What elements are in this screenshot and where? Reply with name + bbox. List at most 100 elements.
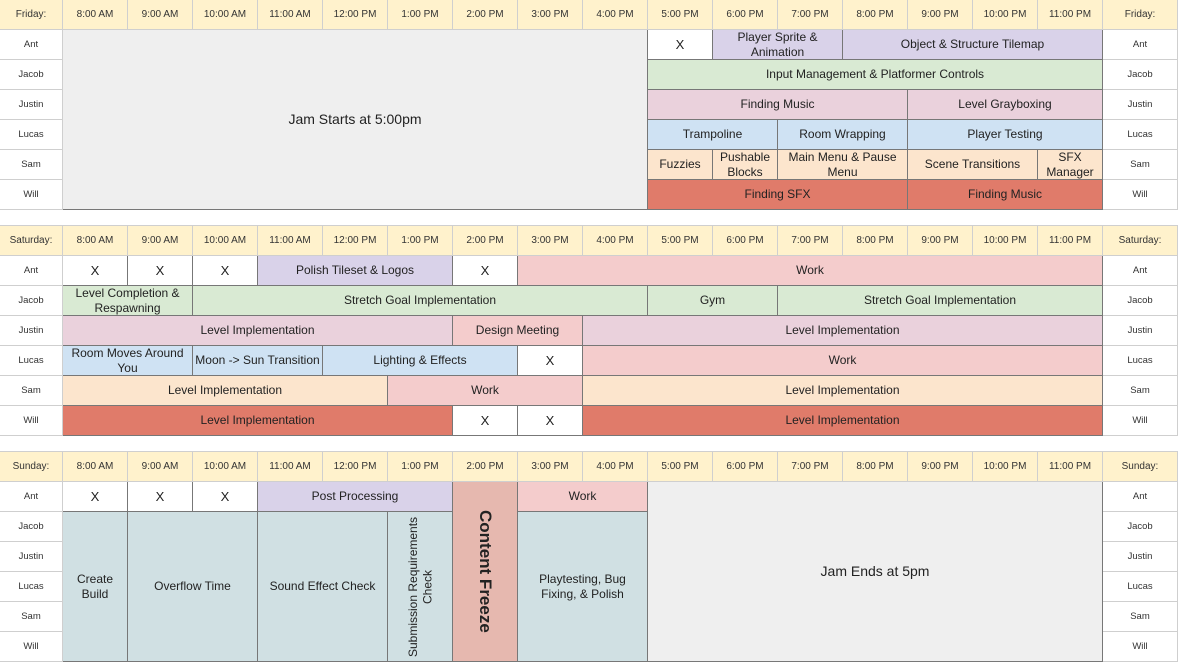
schedule-block[interactable]: Level Implementation — [583, 376, 1103, 406]
person-name-right-text: Lucas — [1127, 580, 1153, 592]
schedule-block[interactable]: Main Menu & Pause Menu — [778, 150, 908, 180]
person-name-right: Sam — [1103, 602, 1178, 632]
person-name-right: Lucas — [1103, 346, 1178, 376]
unavailable-cell[interactable]: X — [518, 406, 583, 436]
schedule-block[interactable]: Trampoline — [648, 120, 778, 150]
hour-header: 2:00 PM — [453, 0, 518, 30]
schedule-block[interactable]: Level Implementation — [583, 406, 1103, 436]
schedule-block[interactable]: Stretch Goal Implementation — [193, 286, 648, 316]
schedule-block[interactable]: Level Grayboxing — [908, 90, 1103, 120]
schedule-block[interactable]: Scene Transitions — [908, 150, 1038, 180]
hour-header: 8:00 AM — [63, 452, 128, 482]
schedule-block-text: Stretch Goal Implementation — [343, 293, 497, 308]
hour-header: 11:00 PM — [1038, 452, 1103, 482]
hour-header: 12:00 PM — [323, 226, 388, 256]
schedule-block[interactable]: Player Sprite & Animation — [713, 30, 843, 60]
jam-notice-block[interactable]: Jam Starts at 5:00pm — [63, 30, 648, 210]
schedule-block-text: Playtesting, Bug Fixing, & Polish — [539, 572, 626, 601]
person-name-right-text: Jacob — [1127, 294, 1153, 306]
schedule-block-text: Work — [568, 489, 597, 504]
person-name-text: Ant — [23, 264, 39, 276]
hour-header-text: 9:00 PM — [921, 8, 959, 20]
unavailable-cell[interactable]: X — [648, 30, 713, 60]
schedule-block[interactable]: Input Management & Platformer Controls — [648, 60, 1103, 90]
schedule-block[interactable]: Pushable Blocks — [713, 150, 778, 180]
schedule-block[interactable]: Sound Effect Check — [258, 512, 388, 662]
schedule-block[interactable]: Work — [583, 346, 1103, 376]
schedule-block[interactable]: Level Completion & Respawning — [63, 286, 193, 316]
schedule-block[interactable]: Room Moves Around You — [63, 346, 193, 376]
schedule-block[interactable]: Object & Structure Tilemap — [843, 30, 1103, 60]
hour-header-text: 7:00 PM — [791, 460, 829, 472]
schedule-block[interactable]: Submission Requirements Check — [388, 512, 453, 662]
unavailable-cell-text: X — [480, 412, 490, 428]
hour-header: 2:00 PM — [453, 226, 518, 256]
person-name-right-text: Lucas — [1127, 354, 1153, 366]
hour-header: 10:00 AM — [193, 0, 258, 30]
person-name-right: Will — [1103, 406, 1178, 436]
unavailable-cell[interactable]: X — [193, 482, 258, 512]
unavailable-cell[interactable]: X — [193, 256, 258, 286]
schedule-block[interactable]: Room Wrapping — [778, 120, 908, 150]
hour-header-text: 5:00 PM — [661, 460, 699, 472]
unavailable-cell[interactable]: X — [128, 256, 193, 286]
person-name-right: Ant — [1103, 482, 1178, 512]
unavailable-cell-text: X — [90, 488, 100, 504]
person-name-right: Justin — [1103, 542, 1178, 572]
schedule-block[interactable]: Work — [518, 256, 1103, 286]
unavailable-cell[interactable]: X — [453, 256, 518, 286]
schedule-block-text: Level Completion & Respawning — [75, 286, 180, 315]
person-name: Ant — [0, 30, 63, 60]
content-freeze-block[interactable]: Content Freeze — [453, 482, 518, 662]
schedule-block[interactable]: Finding Music — [908, 180, 1103, 210]
jam-notice-block[interactable]: Jam Ends at 5pm — [648, 482, 1103, 662]
schedule-block[interactable]: Player Testing — [908, 120, 1103, 150]
person-name-right-text: Ant — [1132, 264, 1148, 276]
unavailable-cell[interactable]: X — [63, 256, 128, 286]
schedule-grid: Friday: 8:00 AM 9:00 AM 10:00 AM 11:00 AM 12:… — [0, 0, 1178, 663]
schedule-block[interactable]: SFX Manager — [1038, 150, 1103, 180]
schedule-block-text: Work — [796, 263, 824, 278]
unavailable-cell[interactable]: X — [453, 406, 518, 436]
schedule-block[interactable]: Work — [388, 376, 583, 406]
unavailable-cell-text: X — [545, 412, 555, 428]
schedule-block[interactable]: Playtesting, Bug Fixing, & Polish — [518, 512, 648, 662]
schedule-block[interactable]: Design Meeting — [453, 316, 583, 346]
unavailable-cell[interactable]: X — [518, 346, 583, 376]
person-name: Sam — [0, 150, 63, 180]
unavailable-cell[interactable]: X — [128, 482, 193, 512]
schedule-block[interactable]: Fuzzies — [648, 150, 713, 180]
day-label-right-text: Sunday: — [1121, 460, 1159, 472]
person-name-right: Will — [1103, 632, 1178, 662]
hour-header-text: 6:00 PM — [726, 8, 764, 20]
schedule-block[interactable]: Overflow Time — [128, 512, 258, 662]
person-name-text: Ant — [23, 38, 39, 50]
person-name: Jacob — [0, 286, 63, 316]
schedule-block-text: Level Implementation — [167, 383, 283, 398]
schedule-block[interactable]: Moon -> Sun Transition — [193, 346, 323, 376]
hour-header-text: 5:00 PM — [661, 234, 699, 246]
schedule-block[interactable]: Gym — [648, 286, 778, 316]
hour-header: 8:00 PM — [843, 226, 908, 256]
schedule-block[interactable]: Create Build — [63, 512, 128, 662]
schedule-block[interactable]: Finding Music — [648, 90, 908, 120]
schedule-block[interactable]: Lighting & Effects — [323, 346, 518, 376]
hour-header-text: 12:00 PM — [333, 460, 377, 472]
schedule-block[interactable]: Polish Tileset & Logos — [258, 256, 453, 286]
schedule-block[interactable]: Level Implementation — [63, 406, 453, 436]
schedule-block[interactable]: Finding SFX — [648, 180, 908, 210]
schedule-block[interactable]: Stretch Goal Implementation — [778, 286, 1103, 316]
schedule-block-text: Level Grayboxing — [958, 97, 1052, 112]
schedule-block[interactable]: Work — [518, 482, 648, 512]
schedule-block[interactable]: Level Implementation — [63, 376, 388, 406]
unavailable-cell[interactable]: X — [63, 482, 128, 512]
hour-header-text: 10:00 PM — [983, 460, 1027, 472]
hour-header-text: 2:00 PM — [466, 234, 504, 246]
schedule-block[interactable]: Level Implementation — [583, 316, 1103, 346]
hour-header: 11:00 AM — [258, 0, 323, 30]
schedule-block[interactable]: Post Processing — [258, 482, 453, 512]
hour-header-text: 10:00 AM — [203, 460, 247, 472]
person-name-right: Sam — [1103, 150, 1178, 180]
schedule-block[interactable]: Level Implementation — [63, 316, 453, 346]
schedule-block-text: Object & Structure Tilemap — [900, 37, 1045, 52]
